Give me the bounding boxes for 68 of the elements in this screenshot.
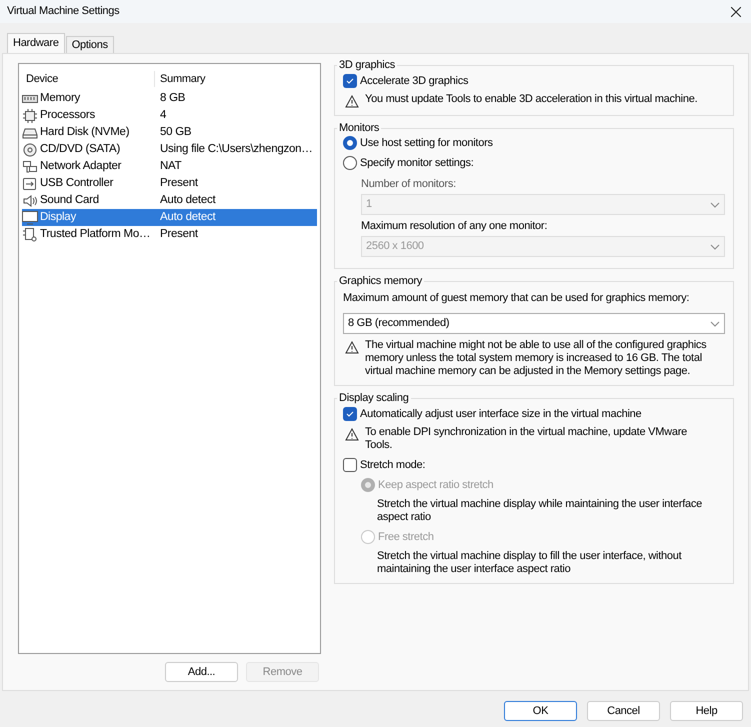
device-name: Trusted Platform Mo… (40, 226, 150, 242)
chip-icon (22, 108, 38, 122)
warning-text: You must update Tools to enable 3D acceleration in this virtual machine. (365, 93, 698, 107)
option-description: Stretch the virtual machine display to fill the user interface, without maintaining the user interface aspect ratio (376, 550, 683, 576)
tab[interactable]: Options (66, 36, 114, 53)
device-summary: 8 GB (160, 90, 186, 106)
column-header[interactable]: Summary (155, 70, 206, 88)
device-row[interactable]: Network Adapter NAT (22, 158, 317, 175)
dialog-button[interactable]: Cancel (587, 701, 660, 721)
checkmark-icon (345, 76, 355, 86)
warning-icon (345, 341, 359, 354)
speaker-icon (22, 194, 38, 208)
device-name: Hard Disk (NVMe) (40, 124, 130, 140)
warning-text: The virtual machine might not be able to use all of the configured graphics memory unless the total system memory is increased to 16 GB. The total virtual machine memory can be adjusted in the Memory settings page. (365, 339, 708, 378)
group-title: Display scaling (338, 392, 410, 405)
device-name: Memory (40, 90, 80, 106)
device-summary: Auto detect (160, 192, 216, 208)
device-summary: 4 (160, 108, 166, 123)
device-summary: Present (160, 176, 198, 191)
window-title: Virtual Machine Settings (7, 4, 120, 20)
device-row[interactable]: Display Auto detect (22, 209, 317, 226)
device-row[interactable]: Trusted Platform Mo… Present (22, 226, 317, 243)
monitor-icon (22, 210, 38, 224)
device-name: Network Adapter (40, 158, 122, 174)
warning-icon (345, 95, 359, 108)
device-summary: Present (160, 226, 198, 242)
device-row[interactable]: USB Controller Present (22, 175, 317, 192)
device-row[interactable]: Memory 8 GB (22, 90, 317, 107)
device-name: Sound Card (40, 192, 99, 208)
chevron-down-icon (710, 244, 720, 250)
device-row[interactable]: CD/DVD (SATA) Using file C:\Users\zhengzon… (22, 141, 317, 158)
device-row[interactable]: Hard Disk (NVMe) 50 GB (22, 124, 317, 141)
device-row[interactable]: Sound Card Auto detect (22, 192, 317, 209)
checkmark-icon (345, 409, 355, 419)
device-summary: 50 GB (160, 124, 192, 140)
field-label: Number of monitors: (361, 178, 457, 191)
device-row[interactable]: Processors 4 (22, 107, 317, 124)
device-name: USB Controller (40, 176, 114, 191)
warning-icon (345, 428, 359, 441)
chevron-down-icon (710, 202, 720, 208)
list-button[interactable]: Add... (165, 662, 238, 682)
device-name: Display (40, 210, 76, 225)
disc-icon (22, 142, 38, 156)
chevron-down-icon (710, 320, 720, 326)
device-name: Processors (40, 108, 96, 123)
network-icon (22, 160, 38, 174)
device-summary: Auto detect (160, 210, 216, 225)
close-icon[interactable] (731, 6, 741, 16)
dialog-button[interactable]: Help (670, 701, 743, 721)
checkbox[interactable]: Stretch mode: (343, 458, 426, 472)
dialog-button[interactable]: OK (504, 701, 577, 721)
option-description: Stretch the virtual machine display while maintaining the user interface aspect ratio (376, 498, 704, 524)
device-name: CD/DVD (SATA) (40, 142, 120, 157)
column-header[interactable]: Device (22, 70, 155, 88)
device-summary: NAT (160, 158, 182, 174)
usb-icon (22, 176, 38, 190)
group-title: Graphics memory (338, 275, 424, 288)
group-title: 3D graphics (338, 59, 396, 72)
chip-key-icon (22, 228, 38, 242)
tab[interactable]: Hardware (7, 33, 65, 53)
group-title: Monitors (338, 122, 380, 135)
checkbox[interactable]: Automatically adjust user interface size in the virtual machine (343, 407, 642, 421)
checkbox[interactable]: Accelerate 3D graphics (343, 74, 468, 88)
device-summary: Using file C:\Users\zhengzon… (160, 142, 313, 157)
graphics-memory-dropdown[interactable]: 8 GB (recommended) (343, 313, 725, 334)
field-label: Maximum amount of guest memory that can be used for graphics memory: (343, 292, 690, 305)
warning-text: To enable DPI synchronization in the virtual machine, update VMware Tools. (365, 426, 688, 452)
field-label: Maximum resolution of any one monitor: (361, 220, 548, 233)
